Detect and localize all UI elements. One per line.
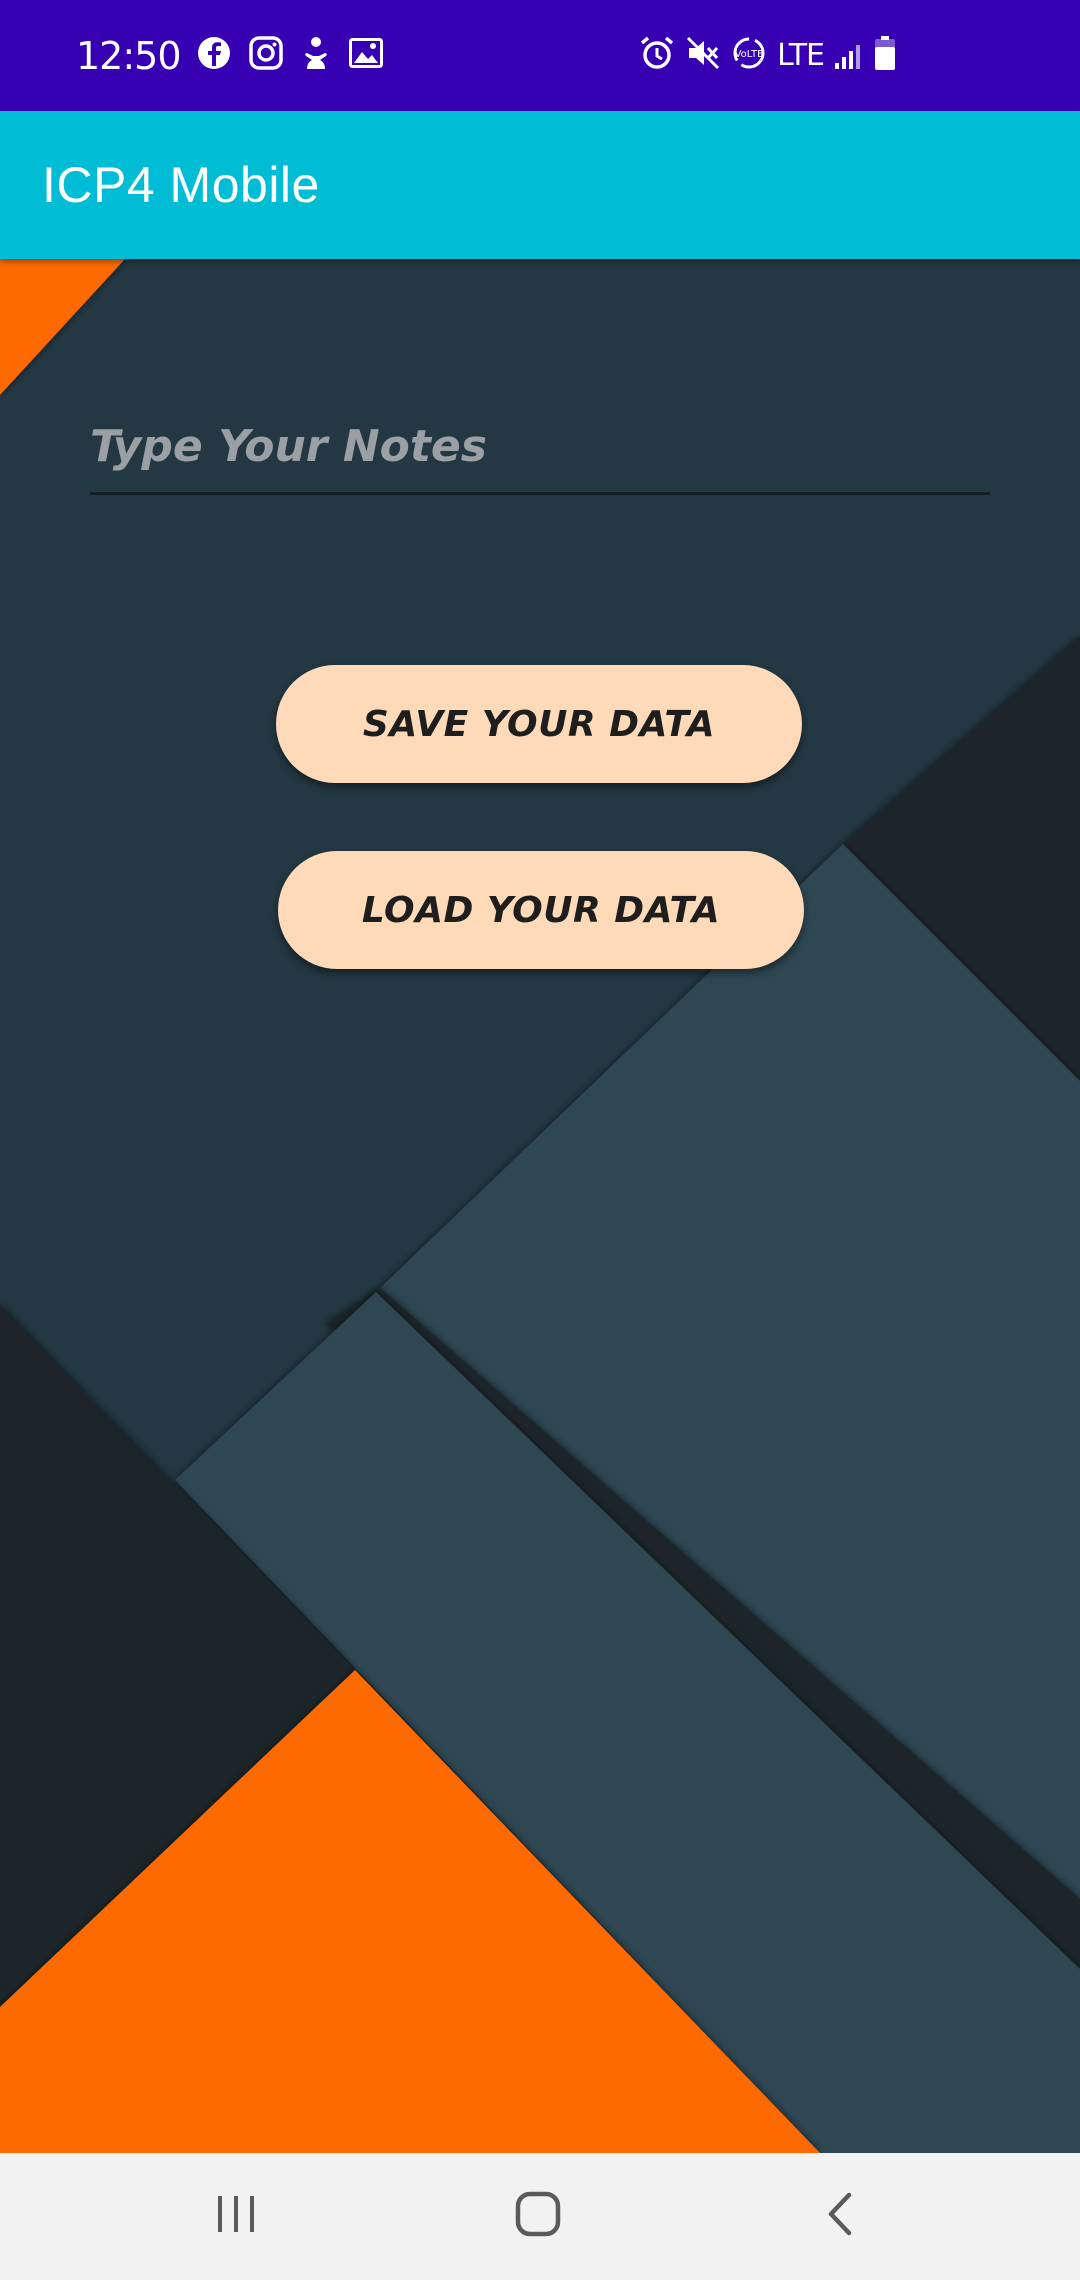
image-icon [348, 38, 383, 73]
back-icon [825, 2191, 855, 2242]
load-data-button[interactable]: LOAD YOUR DATA [278, 851, 804, 969]
instagram-icon [248, 36, 283, 75]
home-button[interactable] [478, 2171, 598, 2261]
alarm-icon [639, 35, 675, 76]
save-data-button[interactable]: SAVE YOUR DATA [276, 665, 802, 783]
status-bar: 12:50 VoLTE LTE [0, 0, 1080, 111]
signal-icon [834, 37, 864, 74]
status-time: 12:50 [76, 33, 182, 78]
app-title: ICP4 Mobile [42, 157, 320, 213]
notes-input[interactable] [90, 400, 990, 495]
screen: 12:50 VoLTE LTE ICP4 Mobile Type Your No… [0, 0, 1080, 2280]
recents-button[interactable] [176, 2171, 296, 2261]
mute-icon [685, 35, 721, 76]
recents-icon [214, 2194, 258, 2239]
notification-icons [197, 36, 383, 75]
svg-text:VoLTE: VoLTE [735, 49, 764, 60]
lte-icon: LTE [777, 38, 825, 73]
app-bar: ICP4 Mobile [0, 111, 1080, 259]
battery-icon [874, 35, 896, 76]
accessibility-icon [301, 36, 331, 75]
background-art [0, 259, 1080, 2153]
facebook-icon [197, 36, 231, 75]
back-button[interactable] [780, 2171, 900, 2261]
home-icon [515, 2191, 561, 2242]
volte-icon: VoLTE [731, 35, 767, 76]
system-status-icons: VoLTE LTE [639, 0, 896, 111]
navigation-bar [0, 2153, 1080, 2280]
